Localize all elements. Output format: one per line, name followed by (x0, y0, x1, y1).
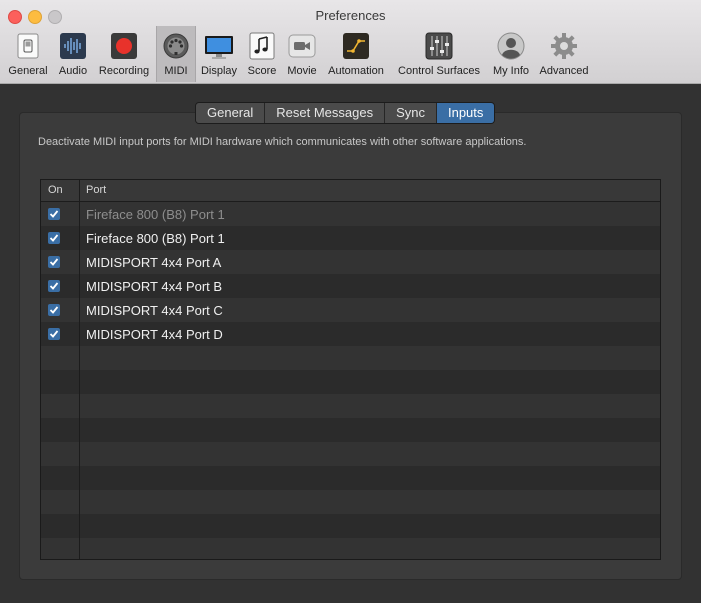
checkmark-icon (49, 306, 59, 314)
toolbar-label: Automation (328, 65, 384, 77)
toolbar-label: My Info (492, 65, 530, 77)
toolbar-label: Score (247, 65, 277, 77)
switch-icon (14, 32, 42, 60)
title-toolbar: Preferences General Audio Recording MIDI… (0, 0, 701, 84)
faders-icon (425, 32, 453, 60)
toolbar-my-info[interactable]: My Info (488, 26, 534, 82)
video-camera-icon (288, 32, 316, 60)
tab-sync[interactable]: Sync (385, 103, 437, 123)
empty-row (41, 394, 660, 418)
checkmark-icon (49, 234, 59, 242)
midi-ports-table: On Port Fireface 800 (B8) Port 1 Fireface… (40, 179, 661, 560)
toolbar-control-surfaces[interactable]: Control Surfaces (392, 26, 486, 82)
toolbar-display[interactable]: Display (197, 26, 241, 82)
checkmark-icon (49, 258, 59, 266)
port-name: MIDISPORT 4x4 Port B (86, 279, 223, 294)
record-icon (110, 32, 138, 60)
port-enable-checkbox[interactable] (48, 280, 60, 292)
port-enable-checkbox[interactable] (48, 208, 60, 220)
table-row[interactable]: MIDISPORT 4x4 Port D (41, 322, 660, 346)
empty-row (41, 370, 660, 394)
table-row[interactable]: MIDISPORT 4x4 Port A (41, 250, 660, 274)
toolbar-label: Movie (287, 65, 317, 77)
toolbar-label: General (8, 65, 48, 77)
table-row[interactable]: MIDISPORT 4x4 Port B (41, 274, 660, 298)
checkmark-icon (49, 210, 59, 218)
toolbar-label: Audio (58, 65, 88, 77)
empty-row (41, 346, 660, 370)
toolbar-score[interactable]: Score (244, 26, 280, 82)
toolbar-label: MIDI (164, 65, 188, 77)
column-header-port[interactable]: Port (86, 184, 106, 196)
port-enable-checkbox[interactable] (48, 232, 60, 244)
tab-bar: General Reset Messages Sync Inputs (195, 102, 496, 124)
port-name: MIDISPORT 4x4 Port A (86, 255, 222, 270)
table-row[interactable]: Fireface 800 (B8) Port 1 (41, 202, 660, 226)
column-divider (79, 180, 80, 559)
user-icon (497, 32, 525, 60)
port-name: MIDISPORT 4x4 Port C (86, 303, 223, 318)
table-header: On Port (41, 180, 660, 202)
port-enable-checkbox[interactable] (48, 328, 60, 340)
toolbar-automation[interactable]: Automation (324, 26, 388, 82)
toolbar-label: Recording (98, 65, 150, 77)
port-name: Fireface 800 (B8) Port 1 (86, 207, 225, 222)
waveform-icon (59, 32, 87, 60)
checkmark-icon (49, 282, 59, 290)
column-header-on[interactable]: On (48, 184, 63, 196)
empty-row (41, 490, 660, 514)
port-name: MIDISPORT 4x4 Port D (86, 327, 223, 342)
window-title: Preferences (315, 8, 386, 23)
toolbar-audio[interactable]: Audio (54, 26, 92, 82)
toolbar-advanced[interactable]: Advanced (536, 26, 592, 82)
table-row[interactable]: Fireface 800 (B8) Port 1 (41, 226, 660, 250)
description-text: Deactivate MIDI input ports for MIDI har… (38, 136, 527, 148)
checkmark-icon (49, 330, 59, 338)
port-name: Fireface 800 (B8) Port 1 (86, 231, 225, 246)
midi-connector-icon (162, 32, 190, 60)
preferences-window: Preferences General Audio Recording MIDI… (0, 0, 701, 603)
port-enable-checkbox[interactable] (48, 256, 60, 268)
empty-row (41, 442, 660, 466)
empty-row (41, 466, 660, 490)
tab-inputs[interactable]: Inputs (436, 103, 495, 123)
toolbar-movie[interactable]: Movie (283, 26, 321, 82)
empty-row (41, 514, 660, 538)
toolbar-midi[interactable]: MIDI (156, 26, 196, 82)
tab-general[interactable]: General (196, 103, 266, 123)
toolbar-general[interactable]: General (4, 26, 52, 82)
toolbar-recording[interactable]: Recording (94, 26, 154, 82)
port-enable-checkbox[interactable] (48, 304, 60, 316)
music-note-icon (248, 32, 276, 60)
table-row[interactable]: MIDISPORT 4x4 Port C (41, 298, 660, 322)
gear-icon (550, 32, 578, 60)
tab-reset-messages[interactable]: Reset Messages (265, 103, 386, 123)
empty-row (41, 418, 660, 442)
monitor-icon (205, 32, 233, 60)
empty-row (41, 538, 660, 559)
toolbar-label: Control Surfaces (398, 65, 480, 77)
toolbar-label: Advanced (539, 65, 589, 77)
automation-curve-icon (342, 32, 370, 60)
toolbar-label: Display (200, 65, 238, 77)
